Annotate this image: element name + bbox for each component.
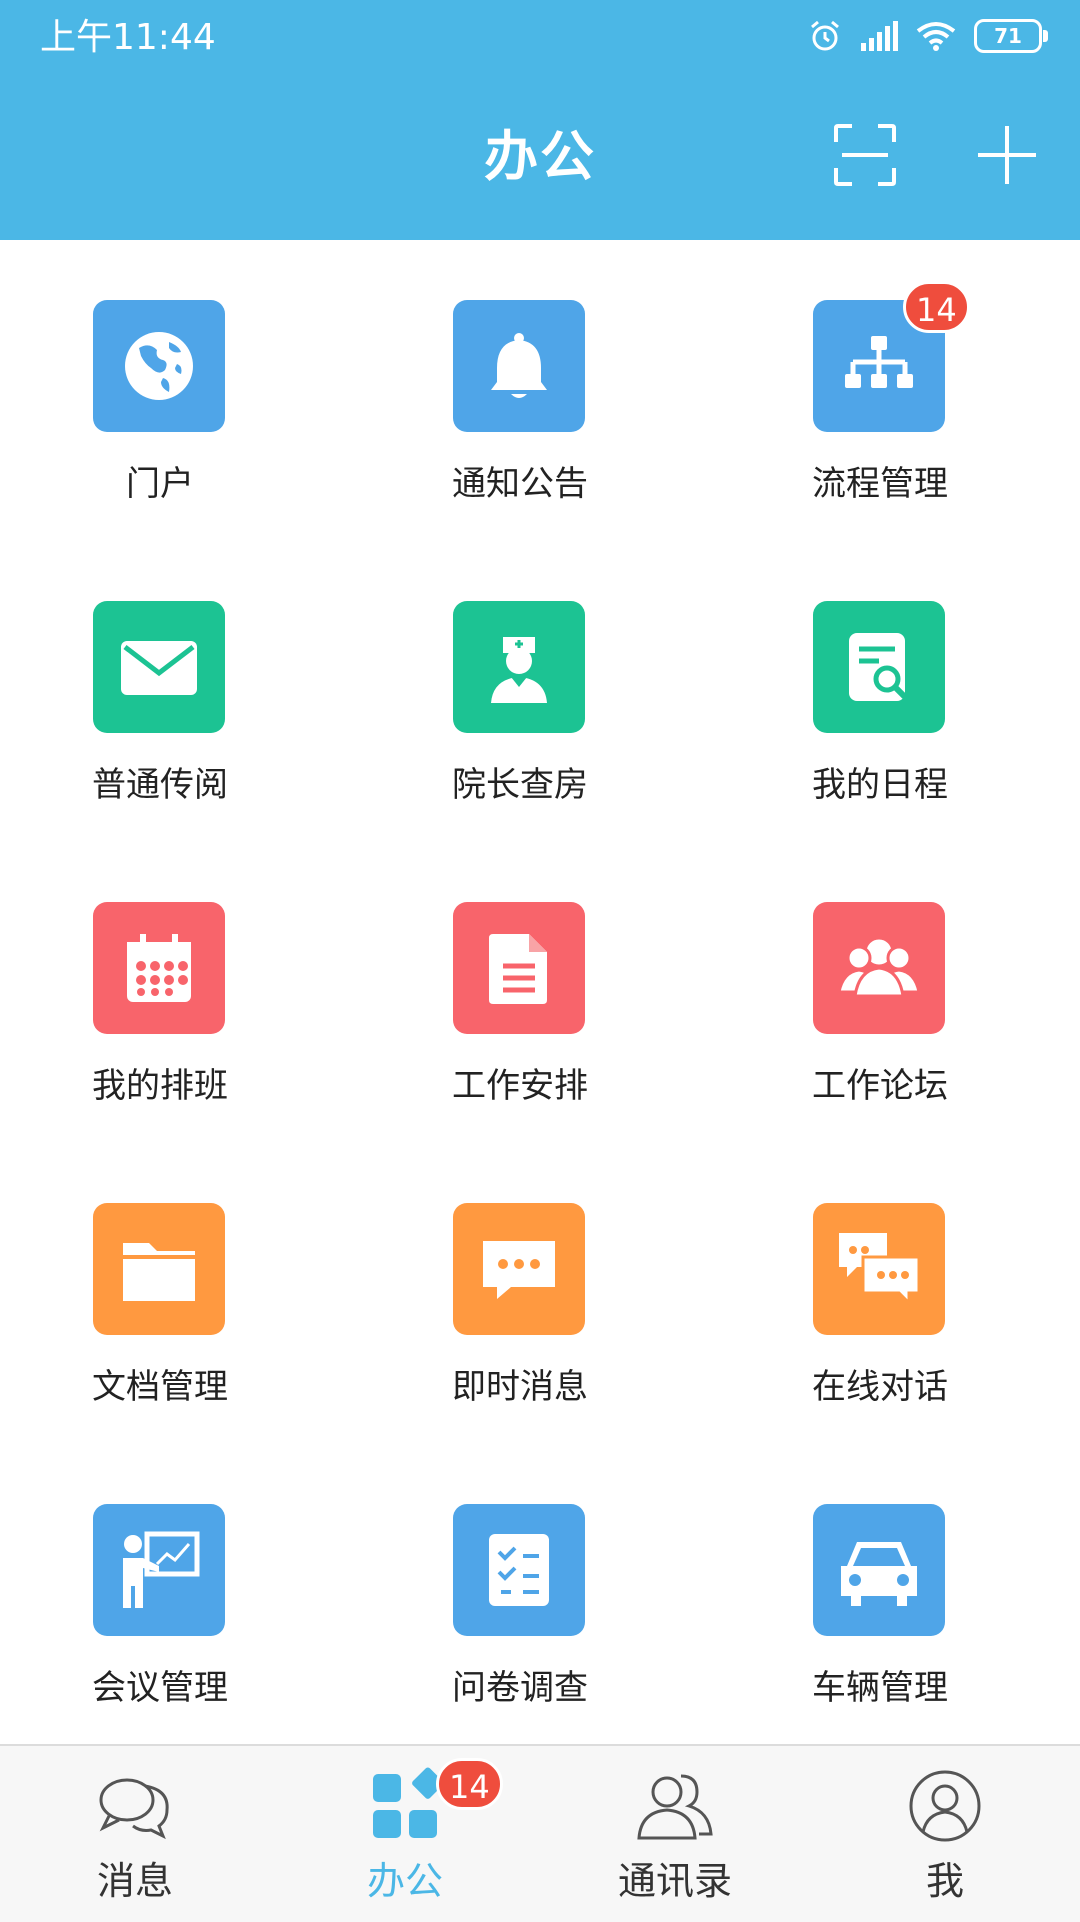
chat-bubble-icon [453, 1203, 585, 1335]
calendar-icon [93, 902, 225, 1034]
notification-badge: 14 [903, 281, 970, 333]
app-tile[interactable]: 通知公告 [360, 240, 660, 540]
tab-label: 消息 [96, 1859, 173, 1903]
car-icon [813, 1504, 945, 1636]
app-tile[interactable]: 问卷调查 [360, 1444, 660, 1744]
status-icons: 71 [808, 14, 1048, 58]
app-tile[interactable]: 即时消息 [360, 1143, 660, 1443]
battery-indicator: 71 [974, 19, 1048, 53]
document-search-icon [813, 601, 945, 733]
app-label: 会议管理 [92, 1668, 228, 1708]
mail-icon [93, 601, 225, 733]
scan-icon[interactable] [834, 124, 896, 186]
tab-label: 通讯录 [617, 1859, 732, 1903]
app-label: 门户 [126, 464, 194, 504]
tab-badge: 14 [436, 1758, 503, 1810]
app-tile[interactable]: 工作论坛 [720, 842, 1020, 1142]
app-tile[interactable]: 车辆管理 [720, 1444, 1020, 1744]
profile-icon [905, 1766, 985, 1846]
chat-icon [95, 1766, 175, 1846]
app-label: 工作安排 [452, 1066, 588, 1106]
tab-profile[interactable]: 我 [810, 1746, 1080, 1922]
document-icon [453, 902, 585, 1034]
globe-icon [93, 300, 225, 432]
checklist-icon [453, 1504, 585, 1636]
doctor-icon [453, 601, 585, 733]
app-header: 上午11:44 71 办公 [0, 0, 1080, 240]
app-label: 我的日程 [812, 765, 948, 805]
app-label: 即时消息 [452, 1367, 588, 1407]
app-label: 流程管理 [812, 464, 948, 504]
tab-chat[interactable]: 消息 [0, 1746, 270, 1922]
wifi-icon [916, 22, 956, 51]
signal-icon [861, 21, 898, 51]
app-tile[interactable]: 在线对话 [720, 1143, 1020, 1443]
app-tile[interactable]: 普通传阅 [0, 541, 300, 841]
app-tile[interactable]: 门户 [0, 240, 300, 540]
tab-label: 办公 [366, 1859, 443, 1903]
tab-apps[interactable]: 办公 14 [270, 1746, 540, 1922]
contacts-icon [635, 1766, 715, 1846]
bell-icon [453, 300, 585, 432]
app-tile[interactable]: 院长查房 [360, 541, 660, 841]
app-label: 院长查房 [452, 765, 588, 805]
app-tile[interactable]: 工作安排 [360, 842, 660, 1142]
app-label: 在线对话 [812, 1367, 948, 1407]
app-label: 普通传阅 [92, 765, 228, 805]
app-label: 文档管理 [92, 1367, 228, 1407]
alarm-icon [811, 20, 839, 51]
conversation-icon [813, 1203, 945, 1335]
app-label: 我的排班 [92, 1066, 228, 1106]
apps-icon [365, 1766, 445, 1846]
app-tile[interactable]: 文档管理 [0, 1143, 300, 1443]
app-label: 工作论坛 [812, 1066, 948, 1106]
app-tile[interactable]: 会议管理 [0, 1444, 300, 1744]
presentation-icon [93, 1504, 225, 1636]
app-label: 车辆管理 [812, 1668, 948, 1708]
app-tile[interactable]: 我的排班 [0, 842, 300, 1142]
status-time: 上午11:44 [40, 17, 216, 58]
folder-icon [93, 1203, 225, 1335]
app-label: 通知公告 [452, 464, 588, 504]
app-label: 问卷调查 [452, 1668, 588, 1708]
tab-label: 我 [925, 1859, 964, 1903]
page-title: 办公 [484, 125, 596, 188]
group-icon [813, 902, 945, 1034]
app-tile[interactable]: 流程管理 14 [720, 240, 1020, 540]
bottom-tab-bar: 消息 办公 14 通讯录 我 [0, 1744, 1080, 1922]
app-tile[interactable]: 我的日程 [720, 541, 1020, 841]
add-icon[interactable] [976, 124, 1038, 186]
tab-contacts[interactable]: 通讯录 [540, 1746, 810, 1922]
